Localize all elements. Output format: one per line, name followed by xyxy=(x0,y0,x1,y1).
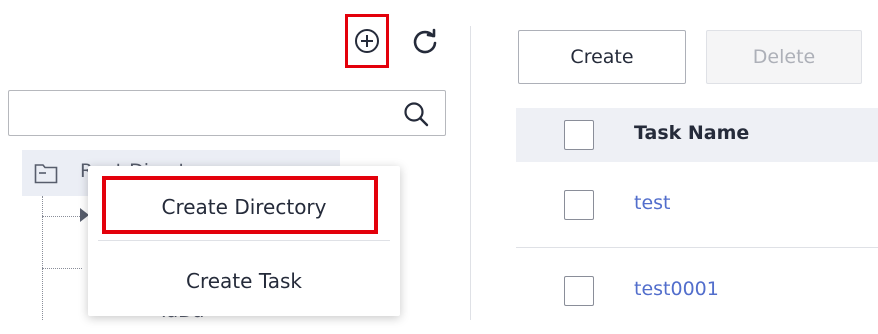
column-header-task-name: Task Name xyxy=(634,122,750,144)
table-row: test xyxy=(516,164,878,248)
create-button[interactable]: Create xyxy=(518,30,686,84)
refresh-button[interactable] xyxy=(408,24,442,58)
panel-divider xyxy=(470,26,471,320)
delete-button[interactable]: Delete xyxy=(706,30,862,84)
task-name-link[interactable]: test xyxy=(634,192,671,214)
menu-item-label: Create Directory xyxy=(161,195,327,219)
row-checkbox[interactable] xyxy=(564,190,594,220)
menu-item-create-task[interactable]: Create Task xyxy=(88,248,400,314)
search-icon[interactable] xyxy=(401,99,431,129)
row-checkbox[interactable] xyxy=(564,276,594,306)
search-input[interactable] xyxy=(9,91,389,135)
plus-circle-icon xyxy=(355,29,379,53)
tree-connector xyxy=(42,196,43,320)
folder-icon xyxy=(34,164,58,184)
menu-divider xyxy=(98,240,390,241)
directory-search xyxy=(8,90,446,136)
tree-connector xyxy=(42,268,82,269)
table-row: test0001 xyxy=(516,250,878,334)
select-all-checkbox[interactable] xyxy=(564,120,594,150)
tree-connector xyxy=(42,216,82,217)
menu-item-create-directory[interactable]: Create Directory xyxy=(88,174,400,240)
context-menu: Create Directory Create Task xyxy=(88,166,400,316)
refresh-icon xyxy=(413,28,437,54)
table-header: Task Name xyxy=(516,108,878,162)
add-directory-button[interactable] xyxy=(345,14,389,68)
task-name-link[interactable]: test0001 xyxy=(634,278,719,300)
menu-item-label: Create Task xyxy=(186,269,302,293)
